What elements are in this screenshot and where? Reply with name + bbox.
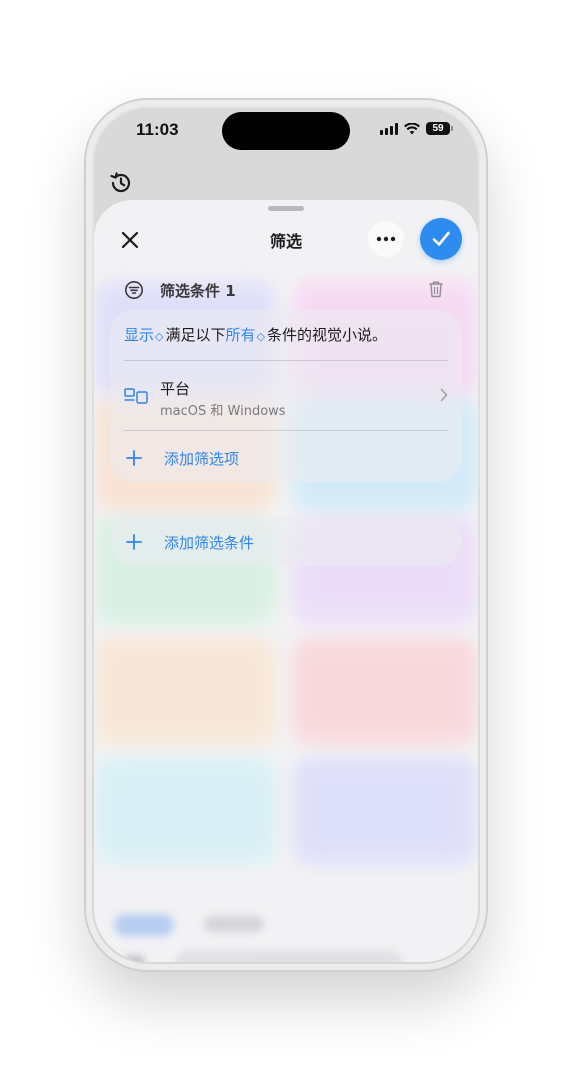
add-condition-label: 添加筛选条件 xyxy=(164,534,255,552)
chevron-right-icon xyxy=(440,388,448,402)
more-button[interactable] xyxy=(368,221,404,257)
plus-icon xyxy=(126,450,142,466)
trash-icon xyxy=(429,281,443,298)
filter-item-title: 平台 xyxy=(160,380,191,398)
history-button[interactable] xyxy=(106,168,136,198)
history-icon xyxy=(110,172,131,193)
ellipsis-icon xyxy=(376,236,396,242)
divider xyxy=(124,360,448,361)
match-option-selector[interactable]: 所有◇ xyxy=(226,326,267,344)
plus-icon xyxy=(126,534,142,550)
cellular-signal-icon xyxy=(380,122,398,135)
sheet-grabber[interactable] xyxy=(268,206,304,211)
filter-item-value: macOS 和 Windows xyxy=(160,404,286,419)
filter-item-platform[interactable]: 平台 macOS 和 Windows xyxy=(110,372,462,422)
background-bottom-bar xyxy=(94,890,478,962)
status-time: 11:03 xyxy=(136,120,179,139)
match-option-value: 所有 xyxy=(225,326,256,344)
filter-sheet: 筛选 筛选条件 1 显示◇ 满足以下所有◇ 条件的视觉小说。 平台 macOS … xyxy=(94,200,478,962)
filter-icon xyxy=(125,281,143,299)
add-filter-item-button[interactable]: 添加筛选项 xyxy=(110,442,462,474)
condition-card: 显示◇满足以下所有◇条件的视觉小说。 平台 macOS 和 Windows xyxy=(110,310,462,482)
platform-icon xyxy=(124,388,148,404)
done-button[interactable] xyxy=(420,218,462,260)
condition-label: 筛选条件 1 xyxy=(160,281,236,300)
add-condition-button[interactable]: 添加筛选条件 xyxy=(110,518,462,566)
screenshot-stage: 11:03 59 筛选 筛选条件 1 显示◇ 满足以下所有◇ 条件的视觉小说。 … xyxy=(0,0,571,1080)
status-icons: 59 xyxy=(380,122,453,135)
battery-level: 59 xyxy=(432,123,444,134)
checkmark-icon xyxy=(432,231,450,246)
show-option-value: 显示 xyxy=(124,326,155,344)
match-option-chevron-icon: ◇ xyxy=(256,330,265,343)
delete-condition-button[interactable] xyxy=(428,280,444,302)
show-option-selector[interactable]: 显示◇ xyxy=(124,326,165,344)
battery-indicator: 59 xyxy=(426,122,453,135)
phone-screen: 11:03 59 筛选 筛选条件 1 显示◇ 满足以下所有◇ 条件的视觉小说。 … xyxy=(94,108,478,962)
add-filter-item-label: 添加筛选项 xyxy=(164,450,240,468)
dynamic-island xyxy=(222,112,350,150)
wifi-icon xyxy=(404,122,420,134)
condition-header: 筛选条件 1 xyxy=(124,278,444,302)
divider xyxy=(124,430,448,431)
show-option-chevron-icon: ◇ xyxy=(155,330,164,343)
condition-sentence: 显示◇ 满足以下所有◇ 条件的视觉小说。 xyxy=(124,324,387,345)
sentence-text-1: 满足以下 xyxy=(165,326,226,344)
sentence-text-2: 条件的视觉小说。 xyxy=(266,326,387,344)
